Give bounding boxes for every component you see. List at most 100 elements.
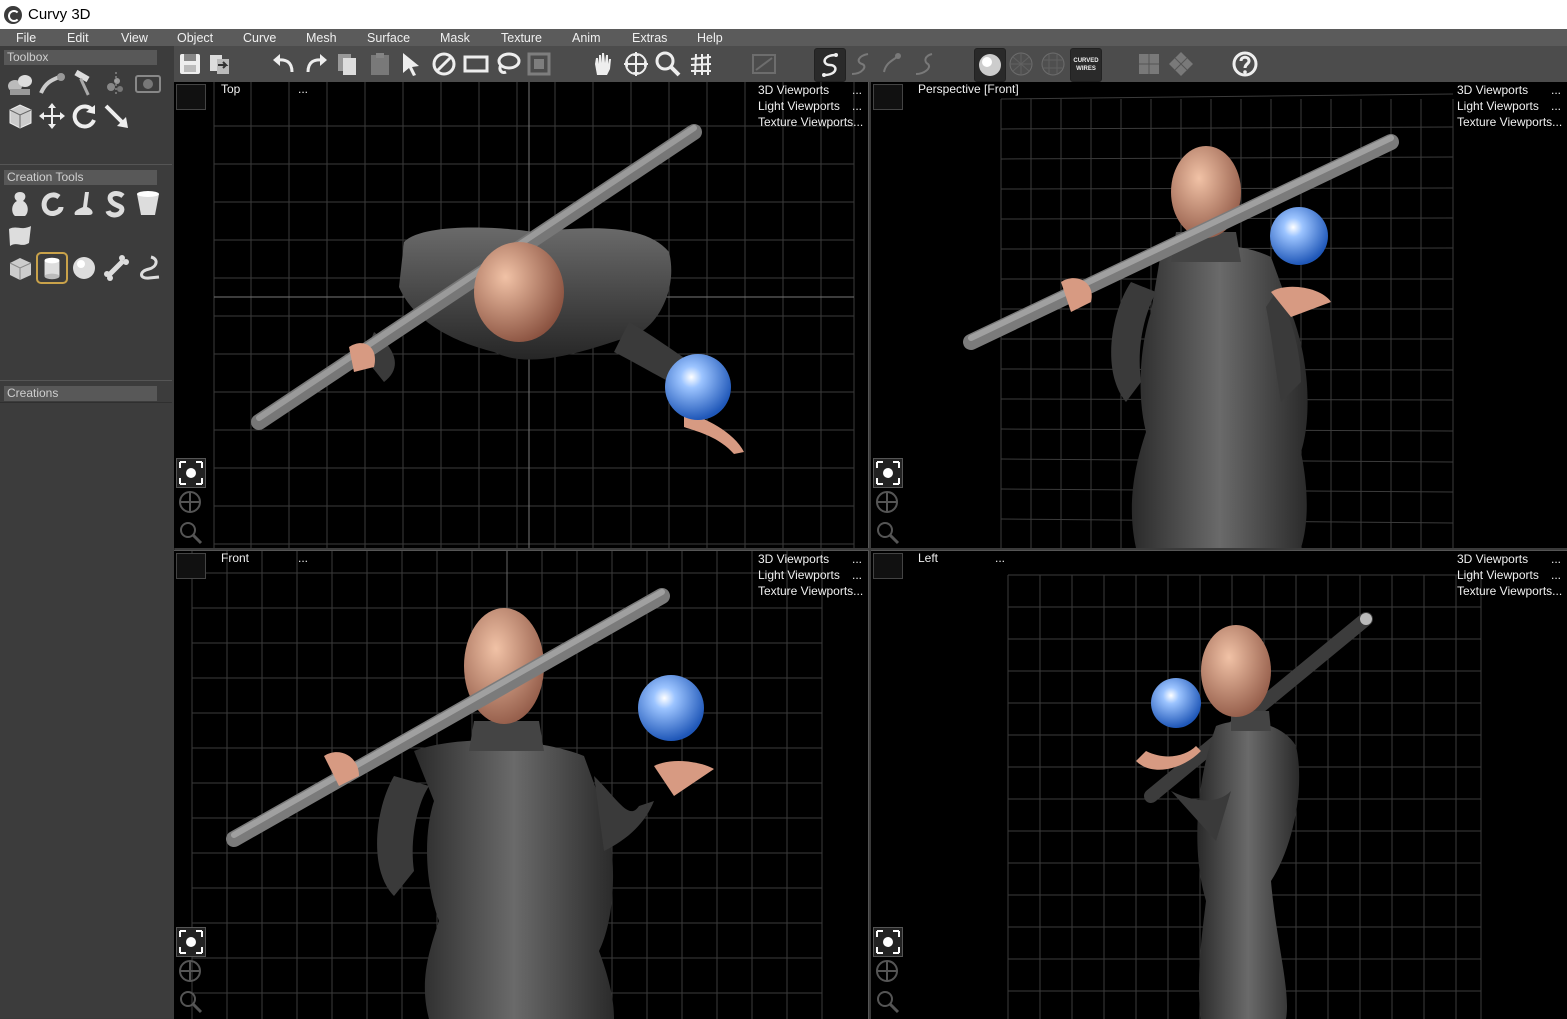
viewport-zoom-icon[interactable] bbox=[176, 987, 204, 1015]
lathe-icon[interactable] bbox=[4, 188, 36, 220]
viewport-move-icon[interactable] bbox=[873, 957, 901, 985]
menu-curve[interactable]: Curve bbox=[243, 31, 276, 45]
menu-surface[interactable]: Surface bbox=[367, 31, 410, 45]
scale-icon[interactable] bbox=[100, 100, 132, 132]
bucket-shape-icon[interactable] bbox=[132, 188, 164, 220]
menu-light-viewports[interactable]: Light Viewports... bbox=[1457, 98, 1561, 114]
frame-select-icon[interactable] bbox=[524, 48, 554, 80]
menu-help[interactable]: Help bbox=[697, 31, 723, 45]
viewport-move-icon[interactable] bbox=[176, 957, 204, 985]
shaded-sphere-icon[interactable] bbox=[974, 48, 1006, 82]
hammer-icon[interactable] bbox=[68, 68, 100, 100]
select-arrow-icon[interactable] bbox=[396, 48, 426, 80]
viewport-left[interactable]: Left ... 3D Viewports... Light Viewports… bbox=[871, 550, 1567, 1019]
menu-3d-viewports[interactable]: 3D Viewports... bbox=[758, 551, 862, 567]
viewport-number[interactable] bbox=[873, 84, 903, 110]
copy-icon[interactable] bbox=[332, 48, 362, 80]
viewport-perspective[interactable]: Perspective [Front] 3D Viewports... Ligh… bbox=[871, 82, 1567, 548]
import-icon[interactable] bbox=[205, 48, 235, 80]
rotate-icon[interactable] bbox=[68, 100, 100, 132]
viewport-number[interactable] bbox=[873, 553, 903, 579]
pan-hand-icon[interactable] bbox=[588, 48, 618, 80]
viewport-front-options[interactable]: ... bbox=[298, 551, 308, 565]
quad-viewport-icon[interactable] bbox=[1166, 48, 1196, 80]
menu-light-viewports[interactable]: Light Viewports... bbox=[1457, 567, 1561, 583]
viewport-zoom-icon[interactable] bbox=[176, 518, 204, 546]
curve-edit-icon[interactable] bbox=[814, 48, 846, 82]
reference-image-icon[interactable] bbox=[749, 48, 779, 80]
menu-object[interactable]: Object bbox=[177, 31, 213, 45]
curve-tool-4-icon[interactable] bbox=[909, 48, 939, 80]
viewport-center-icon[interactable] bbox=[873, 458, 903, 488]
viewport-top[interactable]: Top ... 3D Viewports... Light Viewports.… bbox=[174, 82, 869, 548]
menu-light-viewports[interactable]: Light Viewports... bbox=[758, 98, 862, 114]
s-shape-icon[interactable] bbox=[100, 188, 132, 220]
paint-tool-icon[interactable] bbox=[36, 68, 68, 100]
top-view-figure bbox=[251, 124, 744, 454]
menu-3d-viewports[interactable]: 3D Viewports... bbox=[758, 82, 862, 98]
tube-curve-icon[interactable] bbox=[132, 252, 164, 284]
menu-3d-viewports[interactable]: 3D Viewports... bbox=[1457, 82, 1561, 98]
mesh-sphere-icon[interactable] bbox=[1038, 48, 1068, 80]
menu-mesh[interactable]: Mesh bbox=[306, 31, 337, 45]
undo-icon[interactable] bbox=[269, 48, 299, 80]
viewport-number[interactable] bbox=[176, 84, 206, 110]
help-icon[interactable] bbox=[1230, 48, 1260, 80]
menu-3d-viewports[interactable]: 3D Viewports... bbox=[1457, 551, 1561, 567]
bone-icon[interactable] bbox=[100, 252, 132, 284]
main-toolbar: CURVED WIRES bbox=[174, 46, 1567, 82]
menu-edit[interactable]: Edit bbox=[67, 31, 89, 45]
extrude-icon[interactable] bbox=[68, 188, 100, 220]
menu-file[interactable]: File bbox=[16, 31, 36, 45]
particles-icon[interactable] bbox=[100, 68, 132, 100]
menu-light-viewports[interactable]: Light Viewports... bbox=[758, 567, 862, 583]
viewport-move-icon[interactable] bbox=[176, 488, 204, 516]
menu-texture-viewports[interactable]: Texture Viewports... bbox=[758, 583, 863, 599]
orbit-icon[interactable] bbox=[621, 48, 651, 80]
menu-mask[interactable]: Mask bbox=[440, 31, 470, 45]
rectangle-select-icon[interactable] bbox=[461, 48, 491, 80]
grid-toggle-icon[interactable] bbox=[686, 48, 716, 80]
viewport-perspective-name[interactable]: Perspective [Front] bbox=[918, 82, 1019, 96]
viewport-number[interactable] bbox=[176, 553, 206, 579]
paste-icon[interactable] bbox=[365, 48, 395, 80]
viewport-left-name[interactable]: Left bbox=[918, 551, 938, 565]
menu-texture-viewports[interactable]: Texture Viewports... bbox=[1457, 583, 1562, 599]
lasso-select-icon[interactable] bbox=[493, 48, 523, 80]
viewport-center-icon[interactable] bbox=[176, 927, 206, 957]
viewport-zoom-icon[interactable] bbox=[873, 987, 901, 1015]
viewport-top-options[interactable]: ... bbox=[298, 82, 308, 96]
viewport-left-options[interactable]: ... bbox=[995, 551, 1005, 565]
viewport-center-icon[interactable] bbox=[176, 458, 206, 488]
menu-texture-viewports[interactable]: Texture Viewports... bbox=[758, 114, 863, 130]
viewport-top-name[interactable]: Top bbox=[221, 82, 240, 96]
menu-view[interactable]: View bbox=[121, 31, 148, 45]
redo-icon[interactable] bbox=[301, 48, 331, 80]
viewport-zoom-icon[interactable] bbox=[873, 518, 901, 546]
curve-tool-3-icon[interactable] bbox=[877, 48, 907, 80]
save-icon[interactable] bbox=[175, 48, 205, 80]
menu-texture-viewports[interactable]: Texture Viewports... bbox=[1457, 114, 1562, 130]
viewport-move-icon[interactable] bbox=[873, 488, 901, 516]
single-viewport-icon[interactable] bbox=[1134, 48, 1164, 80]
menu-texture[interactable]: Texture bbox=[501, 31, 542, 45]
viewport-center-icon[interactable] bbox=[873, 927, 903, 957]
surface-patch-icon[interactable] bbox=[4, 220, 36, 252]
move-icon[interactable] bbox=[36, 100, 68, 132]
viewport-front-name[interactable]: Front bbox=[221, 551, 249, 565]
zoom-icon[interactable] bbox=[653, 48, 683, 80]
viewport-front[interactable]: Front ... 3D Viewports... Light Viewport… bbox=[174, 550, 869, 1019]
bounding-box-icon[interactable] bbox=[4, 100, 36, 132]
menu-extras[interactable]: Extras bbox=[632, 31, 667, 45]
deselect-icon[interactable] bbox=[429, 48, 459, 80]
cube-icon[interactable] bbox=[4, 252, 36, 284]
curved-wires-button[interactable]: CURVED WIRES bbox=[1070, 48, 1102, 82]
menu-anim[interactable]: Anim bbox=[572, 31, 600, 45]
cylinder-icon[interactable] bbox=[36, 252, 68, 284]
transform-objects-icon[interactable] bbox=[4, 68, 36, 100]
sphere-icon[interactable] bbox=[68, 252, 100, 284]
wireframe-sphere-icon[interactable] bbox=[1006, 48, 1036, 80]
curve-tool-2-icon[interactable] bbox=[845, 48, 875, 80]
sweep-icon[interactable] bbox=[36, 188, 68, 220]
camera-view-icon[interactable] bbox=[132, 68, 164, 100]
